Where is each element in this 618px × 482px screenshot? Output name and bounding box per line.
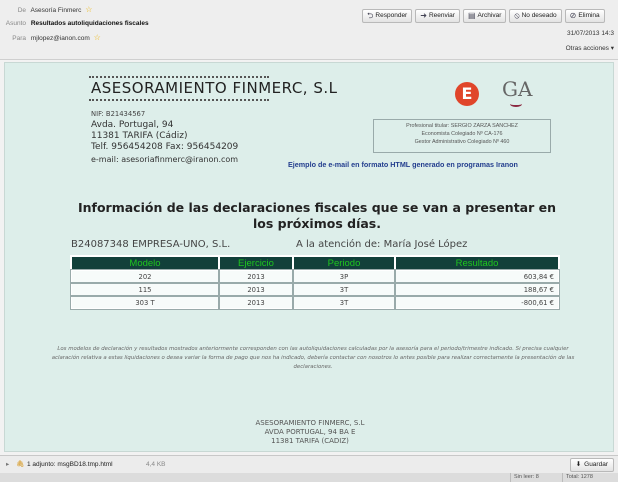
- table-row: 115 2013 3T 188,67 €: [70, 282, 560, 297]
- company-phones: Telf. 956454208 Fax: 956454209: [91, 142, 239, 152]
- cell-periodo: 3T: [292, 282, 396, 297]
- company-email[interactable]: e-mail: asesoriafinmerc@iranon.com: [91, 154, 238, 165]
- reply-button[interactable]: ⮌ Responder: [362, 9, 413, 23]
- cell-ejercicio: 2013: [218, 269, 294, 284]
- cell-periodo: 3P: [292, 269, 396, 284]
- from-value[interactable]: Asesoría Finmerc: [30, 7, 81, 14]
- decorative-rule: [89, 76, 269, 78]
- attachment-bar: ▸ 🖇 1 adjunto: msgBD18.tmp.html 4,4 KB ⬇…: [0, 455, 618, 473]
- message-body: ASESORAMIENTO FINMERC, S.L NIF: B2143456…: [4, 62, 614, 452]
- professional-line2: Economista Colegiado Nº CA-176: [421, 131, 503, 137]
- table-row: 202 2013 3P 603,84 €: [70, 269, 560, 284]
- to-label: Para: [12, 35, 26, 42]
- reply-label: Responder: [375, 12, 408, 19]
- table-header-row: Modelo Ejercicio Periodo Resultado: [70, 255, 560, 271]
- message-header: De Asesoría Finmerc ☆ Asunto Resultados …: [0, 0, 618, 60]
- professional-line3: Gestor Administrativo Colegiado Nº 460: [414, 139, 510, 145]
- ga-logo-swoosh: [510, 101, 522, 107]
- save-label: Guardar: [584, 461, 608, 468]
- junk-button[interactable]: ⦸ No deseado: [509, 9, 562, 23]
- col-resultado: Resultado: [394, 255, 560, 271]
- to-row: Para mjlopez@ianon.com ☆: [0, 31, 101, 45]
- forward-icon: ➜: [420, 11, 427, 20]
- delete-button[interactable]: ⊘ Elimina: [564, 9, 605, 23]
- cell-resultado: 188,67 €: [394, 282, 560, 297]
- archive-icon: ▤: [467, 11, 476, 20]
- col-periodo: Periodo: [292, 255, 396, 271]
- from-label: De: [17, 7, 26, 14]
- company-logo-icon: E: [455, 82, 479, 106]
- subject-row: Asunto Resultados autoliquidaciones fisc…: [0, 17, 149, 31]
- from-row: De Asesoría Finmerc ☆: [0, 3, 93, 17]
- col-modelo: Modelo: [70, 255, 220, 271]
- company-nif: NIF: B21434567: [91, 110, 146, 118]
- star-icon[interactable]: ☆: [85, 5, 92, 14]
- reply-icon: ⮌: [367, 11, 374, 20]
- decorative-rule: [89, 99, 269, 101]
- address-line2: 11381 TARIFA (Cádiz): [91, 131, 188, 141]
- table-row: 303 T 2013 3T -800,61 €: [70, 295, 560, 310]
- attachment-link[interactable]: 1 adjunto: msgBD18.tmp.html: [27, 456, 113, 474]
- delete-label: Elimina: [578, 12, 600, 19]
- message-date: 31/07/2013 14:3: [567, 30, 614, 37]
- to-value[interactable]: mjlopez@ianon.com: [31, 35, 90, 42]
- cell-periodo: 3T: [292, 295, 396, 310]
- cell-modelo: 202: [70, 269, 220, 284]
- message-toolbar: ⮌ Responder ➜ Reenviar ▤ Archivar ⦸ No desea…: [362, 9, 605, 23]
- total-count: Total: 1278: [562, 473, 593, 482]
- other-actions-menu[interactable]: Otras acciones ▾: [566, 44, 614, 52]
- archive-label: Archivar: [477, 12, 502, 19]
- cell-resultado: -800,61 €: [394, 295, 560, 310]
- footer-company: ASESORAMIENTO FINMERC, S.L: [255, 419, 365, 427]
- example-note: Ejemplo de e-mail en formato HTML genera…: [288, 160, 518, 169]
- attachment-size: 4,4 KB: [146, 461, 166, 468]
- paperclip-icon: 🖇: [16, 461, 25, 468]
- forward-button[interactable]: ➜ Reenviar: [415, 9, 460, 23]
- unread-count: Sin leer: 8: [510, 473, 539, 482]
- disclaimer-note: Los modelos de declaración y resultados …: [51, 346, 575, 370]
- footer-line2: 11381 TARIFA (CADIZ): [271, 437, 349, 445]
- attention-line: A la atención de: María José López: [296, 239, 468, 250]
- subject-label: Asunto: [5, 20, 26, 27]
- professional-info-box: Profesional titular: SERGIO ZARZA SANCHE…: [373, 119, 551, 153]
- declarations-table: Modelo Ejercicio Periodo Resultado 202 2…: [70, 255, 560, 310]
- client-name: B24087348 EMPRESA-UNO, S.L.: [71, 239, 231, 250]
- junk-label: No deseado: [521, 12, 557, 19]
- cell-resultado: 603,84 €: [394, 269, 560, 284]
- subject-value: Resultados autoliquidaciones fiscales: [30, 20, 149, 27]
- professional-line1: Profesional titular: SERGIO ZARZA SANCHE…: [406, 123, 518, 129]
- expand-arrow-icon[interactable]: ▸: [6, 456, 9, 474]
- junk-icon: ⦸: [514, 11, 520, 20]
- cell-ejercicio: 2013: [218, 295, 294, 310]
- page-title: Información de las declaraciones fiscale…: [77, 200, 556, 231]
- forward-label: Reenviar: [428, 12, 455, 19]
- status-bar: Sin leer: 8 Total: 1278: [0, 473, 618, 482]
- star-icon[interactable]: ☆: [94, 33, 101, 42]
- address-line1: Avda. Portugal, 94: [91, 120, 174, 130]
- footer: ASESORAMIENTO FINMERC, S.L AVDA PORTUGAL…: [5, 419, 615, 446]
- archive-button[interactable]: ▤ Archivar: [462, 9, 507, 23]
- download-icon: ⬇: [575, 461, 582, 468]
- cell-modelo: 115: [70, 282, 220, 297]
- company-name: ASESORAMIENTO FINMERC, S.L: [91, 79, 338, 97]
- cell-modelo: 303 T: [70, 295, 220, 310]
- ga-logo-icon: GA: [502, 77, 533, 101]
- cell-ejercicio: 2013: [218, 282, 294, 297]
- delete-icon: ⊘: [569, 11, 577, 20]
- save-attachment-button[interactable]: ⬇ Guardar: [569, 458, 614, 472]
- col-ejercicio: Ejercicio: [218, 255, 294, 271]
- footer-line1: AVDA PORTUGAL, 94 BA E: [264, 428, 356, 436]
